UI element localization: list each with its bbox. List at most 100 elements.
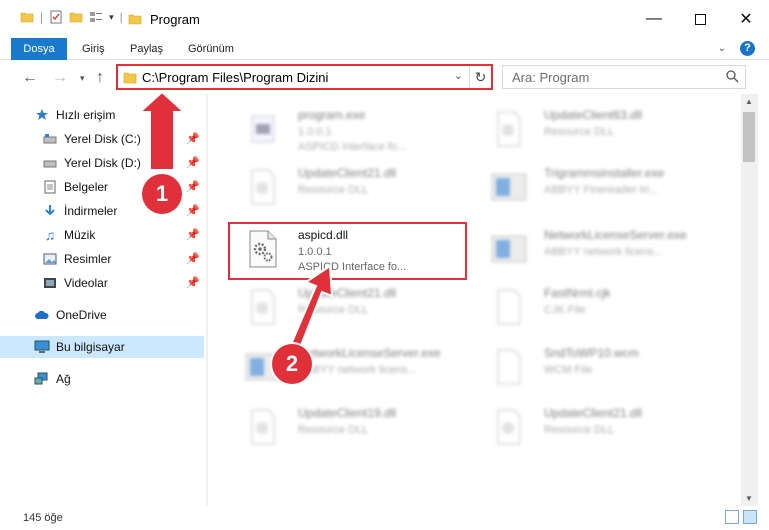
sidebar-scrollbar[interactable] (206, 94, 208, 506)
maximize-button[interactable] (677, 0, 723, 38)
chevron-down-icon[interactable]: ⌄ (454, 69, 463, 82)
file-tile[interactable]: Trigrammsinstaller.exe ABBYY Finereader … (478, 160, 728, 218)
tab-share[interactable]: Paylaş (120, 38, 173, 60)
details-view-icon[interactable] (725, 510, 739, 524)
close-icon: ✕ (739, 11, 753, 28)
file-version: Resource DLL (298, 304, 369, 316)
exe-icon (240, 106, 286, 152)
help-icon[interactable]: ? (740, 41, 755, 56)
music-icon: ♫ (44, 227, 56, 243)
back-arrow-icon[interactable]: ← (22, 69, 38, 87)
file-tile[interactable]: UpdateClient21.dll Resource DLL (232, 280, 482, 338)
tiles-view-icon[interactable] (743, 510, 757, 524)
address-bar[interactable]: C:\Program Files\Program Dizini ⌄ ↻ (117, 65, 492, 89)
sidebar-item-quick-access[interactable]: Hızlı erişim (0, 104, 204, 126)
pin-icon[interactable]: 📌 (186, 228, 200, 241)
chevron-down-icon[interactable]: ▾ (109, 12, 114, 23)
documents-icon (42, 179, 58, 195)
file-tile[interactable]: SndToWP10.wcm WCM File (478, 340, 728, 398)
file-name: UpdateClient63.dll (544, 108, 643, 122)
status-bar: 145 öğe (0, 506, 769, 530)
app-icon (486, 226, 532, 272)
file-tile[interactable]: UpdateClient19.dll Resource DLL (232, 400, 482, 458)
file-version: Resource DLL (544, 126, 615, 138)
view-options-icon[interactable] (89, 10, 103, 24)
file-highlight-box (228, 222, 467, 280)
file-tile[interactable]: UpdateClient63.dll Resource DLL (478, 102, 728, 160)
minimize-icon: — (646, 10, 662, 27)
sidebar-item-label: İndirmeler (64, 204, 118, 218)
sidebar-item-label: Yerel Disk (D:) (64, 156, 141, 170)
sidebar-item-network[interactable]: Ağ (0, 368, 204, 390)
sidebar-item-label: Videolar (64, 276, 108, 290)
pin-icon[interactable]: 📌 (186, 204, 200, 217)
navigation-bar: ← → ▾ ↑ C:\Program Files\Program Dizini … (0, 60, 769, 94)
sidebar-item-this-pc[interactable]: Bu bilgisayar (0, 336, 204, 358)
new-folder-icon[interactable] (69, 10, 83, 24)
file-tile[interactable]: FastNrml.cjk CJK File (478, 280, 728, 338)
close-button[interactable]: ✕ (723, 0, 769, 38)
scroll-down-icon[interactable]: ▼ (745, 494, 753, 503)
pin-icon[interactable]: 📌 (186, 156, 200, 169)
network-icon (34, 371, 50, 387)
blank-file-icon (486, 344, 532, 390)
file-version: WCM File (544, 364, 593, 376)
file-tile[interactable]: NetworkLicenseServer.exe ABBYY network l… (478, 222, 728, 280)
search-placeholder: Ara: Program (512, 70, 590, 85)
drive-icon (42, 155, 58, 171)
step-1-badge: 1 (142, 174, 182, 214)
scroll-up-icon[interactable]: ▲ (745, 97, 753, 106)
file-version: 1.0.0.1 (298, 126, 332, 138)
sidebar-item-videos[interactable]: Videolar 📌 (0, 272, 204, 294)
pin-icon[interactable]: 📌 (186, 276, 200, 289)
dll-icon (240, 284, 286, 330)
file-tile[interactable]: UpdateClient21.dll Resource DLL (478, 400, 728, 458)
vertical-scrollbar[interactable]: ▲ ▼ (741, 94, 758, 506)
drive-icon (42, 131, 58, 147)
folder-icon[interactable] (20, 10, 34, 24)
file-name: FastNrml.cjk (544, 286, 611, 300)
tab-home[interactable]: Giriş (72, 38, 115, 60)
tab-view[interactable]: Görünüm (178, 38, 244, 60)
up-arrow-icon[interactable]: ↑ (96, 69, 104, 87)
sidebar-item-label: Hızlı erişim (56, 108, 116, 122)
file-name: SndToWP10.wcm (544, 346, 639, 360)
item-count: 145 öğe (23, 512, 63, 524)
sidebar-item-pictures[interactable]: Resimler 📌 (0, 248, 204, 270)
forward-arrow-icon[interactable]: → (52, 69, 68, 87)
sidebar-item-label: Belgeler (64, 180, 109, 194)
sidebar-item-local-disk-d[interactable]: Yerel Disk (D:) 📌 (0, 152, 204, 174)
file-name: UpdateClient21.dll (298, 286, 397, 300)
scrollbar-thumb[interactable] (743, 112, 755, 162)
file-name: UpdateClient19.dll (298, 406, 397, 420)
file-version: ABBYY network licens... (298, 364, 417, 376)
sidebar-item-local-disk-c[interactable]: Yerel Disk (C:) 📌 (0, 128, 204, 150)
navigation-pane: Hızlı erişim Yerel Disk (C:) 📌 Yerel Dis… (0, 94, 206, 506)
expand-ribbon-icon[interactable]: ⌄ (718, 43, 726, 54)
file-version: CJK File (544, 304, 586, 316)
file-tile[interactable]: NetworkLicenseServer.exe ABBYY network l… (232, 340, 482, 398)
sidebar-item-music[interactable]: ♫ Müzik 📌 (0, 224, 204, 246)
file-tile[interactable]: UpdateClient21.dll Resource DLL (232, 160, 482, 218)
pin-icon[interactable]: 📌 (186, 180, 200, 193)
pin-icon[interactable]: 📌 (186, 132, 200, 145)
download-icon (42, 203, 58, 219)
properties-icon[interactable] (49, 10, 63, 24)
refresh-icon[interactable]: ↻ (469, 66, 491, 88)
ribbon-tabs: Dosya Giriş Paylaş Görünüm ⌄ ? (0, 38, 769, 96)
dll-icon (486, 404, 532, 450)
search-icon[interactable] (725, 69, 739, 83)
sidebar-item-onedrive[interactable]: OneDrive (0, 304, 204, 326)
search-input[interactable]: Ara: Program (502, 65, 746, 89)
file-name: Trigrammsinstaller.exe (544, 166, 665, 180)
recent-locations-icon[interactable]: ▾ (80, 73, 85, 84)
app-icon (486, 164, 532, 210)
title-bar: | ▾ | Program — ✕ (0, 0, 769, 38)
address-path[interactable]: C:\Program Files\Program Dizini (142, 70, 328, 85)
videos-icon (42, 275, 58, 291)
file-list: program.exe 1.0.0.1 ASPICD Interface fo.… (212, 94, 740, 506)
file-tile[interactable]: program.exe 1.0.0.1 ASPICD Interface fo.… (232, 102, 482, 160)
pin-icon[interactable]: 📌 (186, 252, 200, 265)
minimize-button[interactable]: — (631, 0, 677, 38)
file-version: ABBYY Finereader tri... (544, 184, 659, 196)
